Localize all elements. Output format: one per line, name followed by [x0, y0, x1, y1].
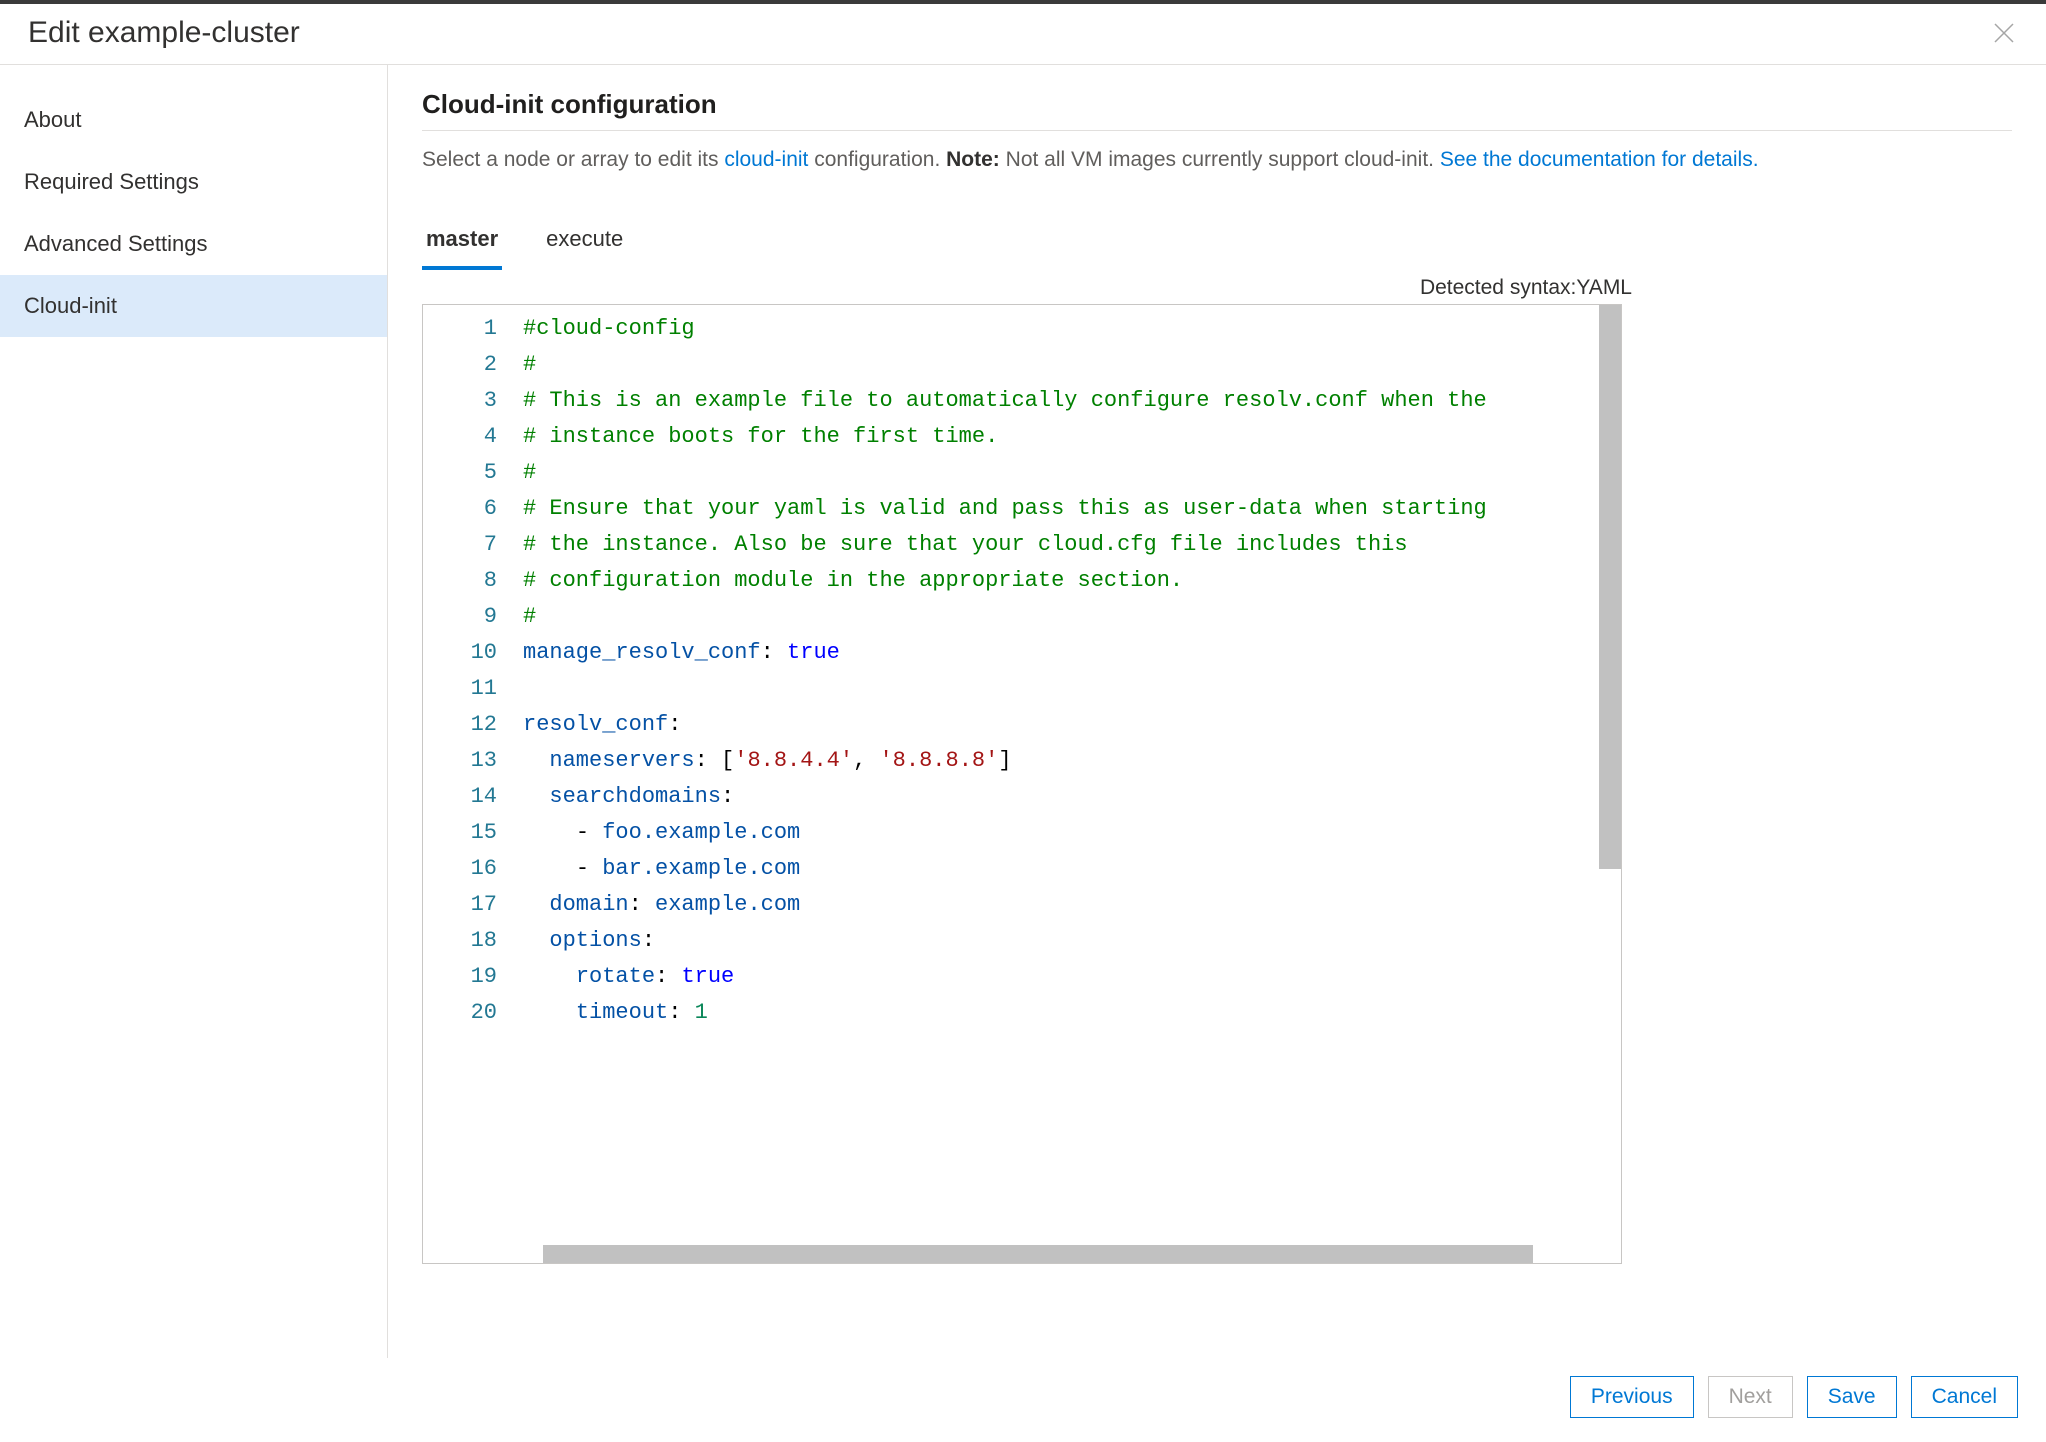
editor-vertical-scrollbar[interactable] [1599, 305, 1621, 869]
close-icon[interactable] [1990, 19, 2018, 47]
dialog-header: Edit example-cluster [0, 4, 2046, 65]
subtext-note-label: Note: [946, 148, 1000, 171]
dialog-body: About Required Settings Advanced Setting… [0, 65, 2046, 1358]
subtext-prefix: Select a node or array to edit its [422, 148, 724, 171]
tab-execute[interactable]: execute [542, 218, 627, 270]
cloud-init-link[interactable]: cloud-init [724, 148, 808, 171]
tab-master[interactable]: master [422, 218, 502, 270]
editor-code-area[interactable]: #cloud-config## This is an example file … [513, 305, 1621, 1263]
section-title: Cloud-init configuration [422, 89, 2012, 131]
documentation-link[interactable]: See the documentation for details. [1440, 148, 1759, 171]
save-button[interactable]: Save [1807, 1376, 1897, 1418]
sidebar: About Required Settings Advanced Setting… [0, 65, 388, 1358]
dialog-footer: Previous Next Save Cancel [0, 1358, 2046, 1442]
subtext-note-body: Not all VM images currently support clou… [1000, 148, 1440, 171]
dialog-title: Edit example-cluster [28, 16, 300, 50]
previous-button[interactable]: Previous [1570, 1376, 1694, 1418]
syntax-value: YAML [1576, 276, 1632, 300]
node-tabs: master execute [422, 218, 2012, 270]
editor-horizontal-scrollbar[interactable] [543, 1245, 1533, 1263]
syntax-label: Detected syntax: [1420, 276, 1576, 300]
editor-gutter: 1234567891011121314151617181920 [423, 305, 513, 1263]
subtext-mid: configuration. [808, 148, 946, 171]
next-button: Next [1708, 1376, 1793, 1418]
syntax-row: Detected syntax: YAML [422, 270, 2012, 304]
sidebar-item-about[interactable]: About [0, 89, 387, 151]
sidebar-item-cloud-init[interactable]: Cloud-init [0, 275, 387, 337]
edit-cluster-dialog: Edit example-cluster About Required Sett… [0, 0, 2046, 1442]
code-editor[interactable]: 1234567891011121314151617181920 #cloud-c… [422, 304, 1622, 1264]
editor-container: 1234567891011121314151617181920 #cloud-c… [422, 304, 1622, 1264]
main-panel: Cloud-init configuration Select a node o… [388, 65, 2046, 1358]
sidebar-item-advanced-settings[interactable]: Advanced Settings [0, 213, 387, 275]
section-subtext: Select a node or array to edit its cloud… [422, 131, 2012, 182]
cancel-button[interactable]: Cancel [1911, 1376, 2018, 1418]
sidebar-item-required-settings[interactable]: Required Settings [0, 151, 387, 213]
